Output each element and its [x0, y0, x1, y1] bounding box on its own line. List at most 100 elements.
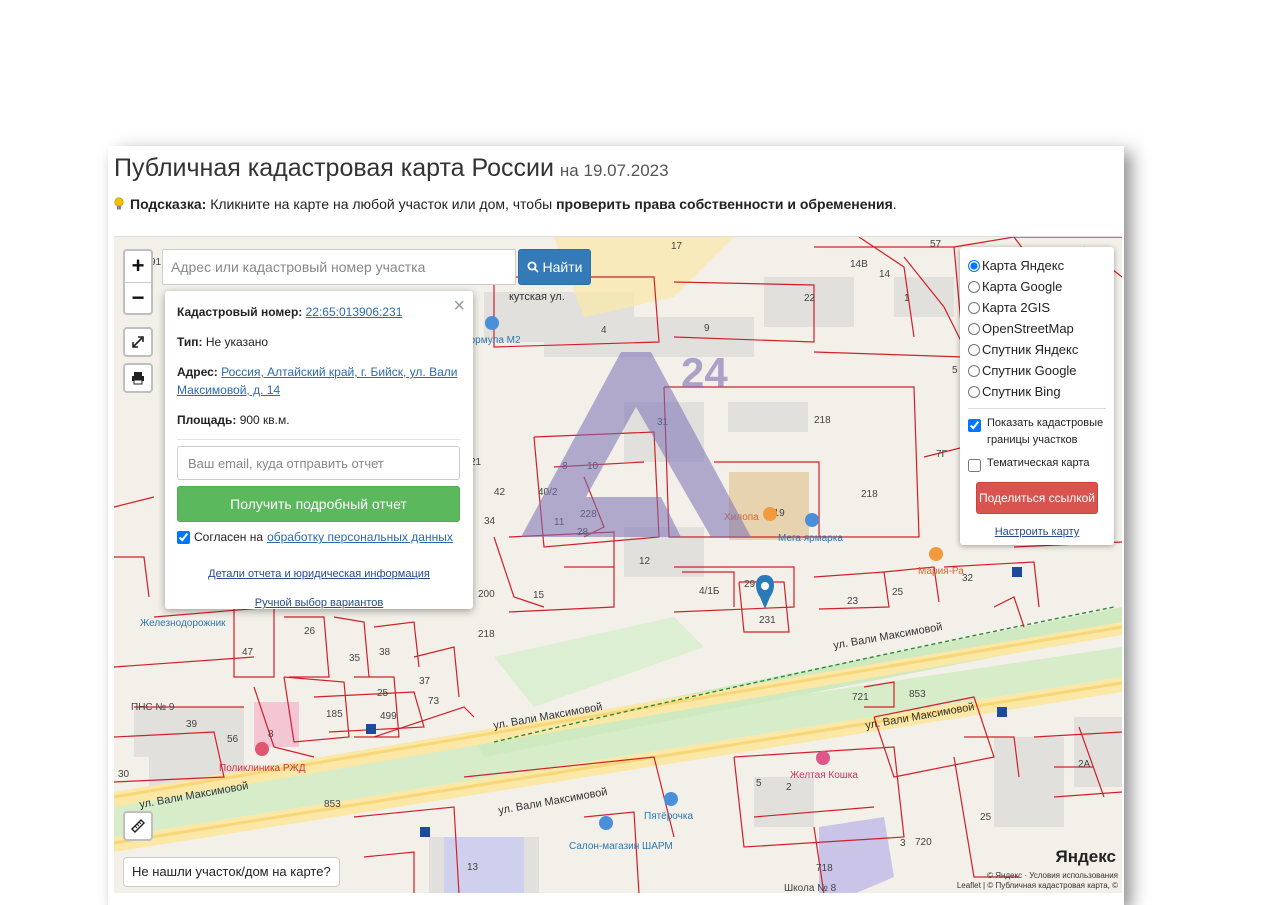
map-label-num: 30 [118, 769, 130, 780]
layer-radio[interactable] [968, 343, 980, 356]
consent-checkbox[interactable] [177, 530, 190, 544]
poi-label: Мария-Ра [918, 566, 964, 577]
divider [968, 408, 1106, 409]
layer-radio[interactable] [968, 259, 980, 272]
zoom-out-button[interactable]: − [125, 282, 151, 313]
hint-end: . [892, 196, 897, 212]
type-label: Тип: [177, 335, 203, 349]
address-link[interactable]: Россия, Алтайский край, г. Бийск, ул. Ва… [177, 365, 457, 397]
parcel-marker[interactable]: 231 [755, 575, 776, 626]
layer-option[interactable]: Спутник Яндекс [968, 339, 1106, 360]
map-label-num: 720 [915, 837, 932, 848]
page-date: на 19.07.2023 [559, 161, 669, 180]
map-label-num: 73 [428, 696, 440, 707]
map-label-num: 12 [639, 556, 651, 567]
thematic-toggle[interactable]: Тематическая карта [968, 455, 1106, 472]
cadastral-number-link[interactable]: 22:65:013906:231 [306, 305, 403, 319]
poi-label: Поликлиника РЖД [219, 763, 306, 774]
close-icon[interactable]: × [453, 295, 465, 318]
layer-option[interactable]: Спутник Google [968, 360, 1106, 381]
map-label-num: 9 [704, 323, 710, 334]
get-report-button[interactable]: Получить подробный отчет [177, 486, 460, 522]
map-label-num: 11 [554, 517, 565, 528]
map-label-num: 218 [478, 629, 495, 640]
show-borders-toggle[interactable]: Показать кадастровые границы участков [968, 415, 1106, 449]
fullscreen-button[interactable] [123, 327, 153, 357]
attribution-line[interactable]: © Яндекс · Условия использования [957, 871, 1118, 881]
area-value: 900 кв.м. [239, 413, 290, 427]
page-title-text: Публичная кадастровая карта России [114, 154, 554, 182]
type-row: Тип: Не указано [177, 333, 461, 351]
layer-radio[interactable] [968, 301, 980, 314]
manual-selection-link[interactable]: Ручной выбор вариантов [177, 597, 461, 609]
area-label: Площадь: [177, 413, 237, 427]
map-label-num: 23 [847, 596, 859, 607]
email-field[interactable] [177, 446, 460, 480]
map-label-num: 25 [980, 812, 992, 823]
zoom-control: + − [123, 249, 153, 315]
yandex-logo: Яндекс [1055, 847, 1116, 866]
show-borders-checkbox[interactable] [968, 419, 981, 432]
map-label-num: 26 [304, 626, 316, 637]
map-label-num: 185 [326, 709, 343, 720]
map-label-num: 853 [324, 799, 341, 810]
layer-option[interactable]: Карта Google [968, 276, 1106, 297]
find-button[interactable]: Найти [518, 249, 591, 285]
page-card: Публичная кадастровая карта России на 19.… [108, 146, 1124, 905]
not-found-button[interactable]: Не нашли участок/дом на карте? [123, 857, 340, 887]
zoom-in-button[interactable]: + [125, 251, 151, 282]
layer-option[interactable]: Спутник Bing [968, 381, 1106, 402]
layers-panel: Карта Яндекс Карта Google Карта 2GIS Ope… [960, 247, 1114, 545]
lightbulb-icon [114, 197, 124, 210]
layer-option[interactable]: OpenStreetMap [968, 318, 1106, 339]
personal-data-link[interactable]: обработку персональных данных [267, 530, 453, 544]
map-label-num: 8 [562, 461, 568, 472]
map-label-num: 5 [756, 778, 762, 789]
map-label-num: 57 [930, 239, 942, 250]
cadastral-map[interactable]: 4 9 22 14 1 31 218 219 218 12 4/1Б 29 23… [114, 236, 1122, 893]
find-button-label: Найти [542, 259, 583, 275]
map-label-num: 17 [671, 241, 683, 252]
layer-option-label: Карта Google [982, 279, 1063, 294]
layer-option-label: Спутник Bing [982, 384, 1061, 399]
printer-icon [132, 372, 144, 385]
layer-option[interactable]: Карта Яндекс [968, 255, 1106, 276]
map-label-num: 35 [349, 653, 361, 664]
consent-text: Согласен на [194, 530, 264, 544]
layer-radio[interactable] [968, 364, 980, 377]
ruler-icon [131, 819, 145, 833]
map-label-num: 7Г [936, 449, 948, 460]
map-label-num: 10 [587, 461, 599, 472]
thematic-checkbox[interactable] [968, 459, 981, 472]
layer-radio[interactable] [968, 385, 980, 398]
divider [177, 439, 461, 440]
layer-radio[interactable] [968, 280, 980, 293]
map-label-num: 218 [861, 489, 878, 500]
map-label-num: 25 [377, 688, 389, 699]
layer-radio[interactable] [968, 322, 980, 335]
ruler-button[interactable] [123, 811, 153, 841]
map-label-num: 22 [804, 293, 816, 304]
poi-label: Желтая Кошка [790, 770, 858, 781]
show-borders-label: Показать кадастровые границы участков [987, 417, 1104, 446]
attribution-line[interactable]: Leaflet | © Публичная кадастровая карта,… [957, 881, 1118, 891]
map-label-num: 40/2 [538, 487, 558, 498]
share-link-button[interactable]: Поделиться ссылкой [976, 482, 1098, 514]
print-button[interactable] [123, 363, 153, 393]
page-title: Публичная кадастровая карта России на 19.… [114, 154, 669, 183]
svg-text:231: 231 [759, 615, 776, 626]
layer-option-label: Карта Яндекс [982, 258, 1065, 273]
map-label-num: 4/1Б [699, 586, 720, 597]
map-label-num: 499 [380, 711, 397, 722]
search-icon [527, 261, 539, 273]
map-label-num: 8 [268, 729, 274, 740]
configure-map-link[interactable]: Настроить карту [968, 526, 1106, 538]
map-label-num: 14 [879, 269, 891, 280]
layer-option[interactable]: Карта 2GIS [968, 297, 1106, 318]
map-label-num: 56 [227, 734, 239, 745]
search-input[interactable] [162, 249, 516, 285]
report-details-link[interactable]: Детали отчета и юридическая информация [177, 568, 461, 580]
map-label-num: 4 [601, 325, 607, 336]
popup-links: Детали отчета и юридическая информация Р… [177, 568, 461, 609]
map-label-num: 3 [900, 838, 906, 849]
